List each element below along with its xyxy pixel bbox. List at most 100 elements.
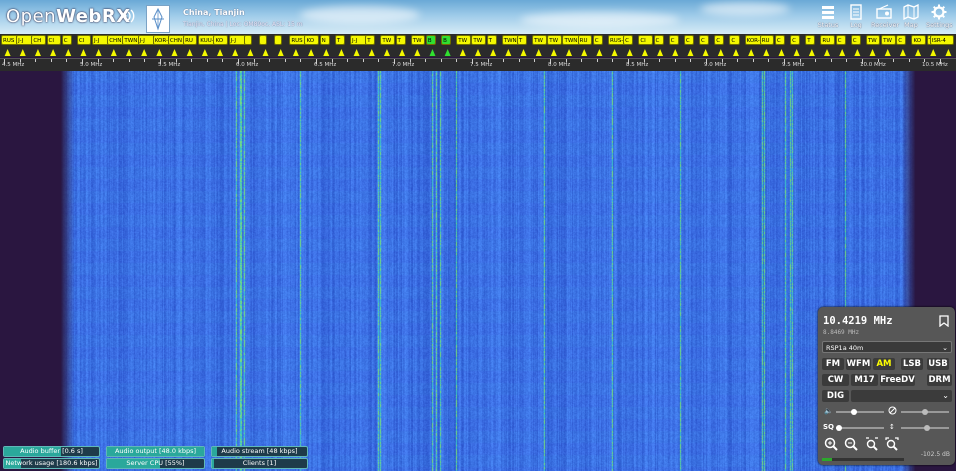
bookmark-item[interactable]: T — [805, 35, 816, 45]
bookmark-item[interactable]: TW — [547, 35, 562, 45]
mode-button-fm[interactable]: FM — [822, 358, 844, 370]
bookmark-item[interactable]: C — [61, 35, 72, 45]
squelch-icon[interactable]: SQ — [823, 423, 834, 431]
bookmark-item[interactable]: TW — [410, 35, 426, 45]
bookmark-item[interactable]: C — [668, 35, 679, 45]
mode-button-usb[interactable]: USB — [927, 358, 949, 370]
bookmark-item[interactable]: C — [774, 35, 786, 45]
bookmark-item[interactable]: ISR-4 — [929, 35, 954, 45]
receiver-avatar[interactable] — [146, 5, 170, 33]
bookmark-item[interactable]: C — [623, 35, 634, 45]
bookmark-item[interactable]: RU — [759, 35, 775, 45]
bookmark-item[interactable] — [258, 35, 267, 45]
bookmark-item[interactable]: T — [334, 35, 346, 45]
bookmark-item[interactable]: CI — [46, 35, 61, 45]
scale-tick — [113, 59, 115, 62]
bookmark-item[interactable]: RU — [183, 35, 198, 45]
noise-reduction-knob[interactable] — [922, 409, 928, 415]
mode-button-dig[interactable]: DIG — [822, 390, 849, 402]
receiver-icon — [876, 4, 892, 19]
bookmark-item[interactable]: TW — [532, 35, 547, 45]
bookmark-item[interactable]: TW — [380, 35, 395, 45]
agc-icon[interactable]: ↕ — [889, 423, 895, 431]
squelch-knob[interactable] — [836, 425, 842, 431]
status-button[interactable]: Status — [815, 4, 841, 32]
bookmark-item[interactable]: C — [699, 35, 710, 45]
bookmark-item[interactable]: T — [365, 35, 376, 45]
scale-tick — [222, 59, 224, 62]
bookmark-item[interactable]: KO — [911, 35, 926, 45]
mode-button-drm[interactable]: DRM — [927, 374, 952, 386]
zoom-to-fit-icon[interactable] — [865, 437, 879, 451]
radio-waves-icon — [123, 9, 135, 23]
speaker-icon[interactable]: 🔈 — [824, 407, 833, 415]
agc-slider[interactable] — [901, 425, 949, 431]
bookmark-item[interactable]: CI — [76, 35, 92, 45]
noise-reduction-slider[interactable] — [901, 409, 949, 415]
scale-label: 10.0 MHz — [860, 62, 886, 68]
network-usage-progress: Network usage [180.6 kbps] — [3, 458, 100, 469]
bookmark-item[interactable]: T — [395, 35, 406, 45]
zoom-reset-icon[interactable] — [885, 437, 899, 451]
bookmark-item[interactable]: T — [516, 35, 528, 45]
bookmark-item[interactable]: TW — [865, 35, 881, 45]
bookmark-item[interactable]: C — [850, 35, 861, 45]
noise-reduction-icon[interactable] — [888, 406, 897, 415]
receiver-button[interactable]: Receiver — [871, 4, 899, 32]
bookmark-item[interactable]: RU — [820, 35, 835, 45]
volume-knob[interactable] — [850, 409, 857, 415]
scale-label: 7.5 MHz — [470, 62, 493, 68]
bookmark-item[interactable]: C — [683, 35, 695, 45]
bookmark-item[interactable]: C — [790, 35, 801, 45]
bookmark-item[interactable] — [274, 35, 283, 45]
scale-tick — [456, 59, 458, 62]
frequency-display[interactable]: 10.4219 MHz — [823, 315, 893, 327]
bookmark-item[interactable]: B — [441, 35, 452, 45]
digital-mode-select[interactable]: ⌄ — [851, 390, 952, 402]
mode-button-m17[interactable]: M17 — [851, 374, 878, 386]
bookmark-item[interactable]: C — [835, 35, 846, 45]
agc-knob[interactable] — [924, 425, 931, 431]
bookmark-item[interactable]: CH — [31, 35, 46, 45]
mode-button-lsb[interactable]: LSB — [901, 358, 923, 370]
bookmark-item[interactable]: CI — [638, 35, 653, 45]
mode-button-freedv[interactable]: FreeDV — [880, 374, 915, 386]
map-button[interactable]: Map — [898, 4, 924, 32]
profile-select[interactable]: RSP1a 40m ⌄ — [822, 341, 952, 353]
bookmark-item[interactable]: TW — [471, 35, 486, 45]
mode-button-wfm[interactable]: WFM — [846, 358, 871, 370]
bookmark-item[interactable]: C — [714, 35, 725, 45]
bookmark-item[interactable] — [243, 35, 252, 45]
squelch-slider[interactable] — [836, 425, 884, 431]
bookmark-icon[interactable] — [939, 315, 949, 327]
bookmark-item[interactable]: C — [729, 35, 740, 45]
audio-output-progress: Audio output [48.0 kbps] — [106, 446, 205, 457]
bookmark-item[interactable]: N — [319, 35, 330, 45]
bookmark-item[interactable]: C — [653, 35, 664, 45]
scale-tick — [815, 59, 817, 62]
bookmark-item[interactable]: TW — [881, 35, 896, 45]
openwebrx-logo[interactable]: OpenWebRX — [6, 6, 131, 27]
scale-label: 9.5 MHz — [782, 62, 805, 68]
log-button[interactable]: Log — [843, 4, 869, 32]
settings-button[interactable]: Settings — [926, 4, 953, 32]
waterfall-display[interactable] — [0, 71, 956, 471]
scale-label: 10.5 MHz — [922, 62, 948, 68]
scale-tick — [737, 59, 739, 62]
bookmark-item[interactable]: KO — [213, 35, 228, 45]
volume-slider[interactable] — [836, 409, 884, 415]
zoom-out-icon[interactable] — [844, 437, 858, 451]
bookmark-item[interactable]: B — [425, 35, 437, 45]
bookmark-item[interactable]: RU — [577, 35, 593, 45]
mode-button-cw[interactable]: CW — [822, 374, 849, 386]
bookmark-item[interactable]: TW — [456, 35, 471, 45]
bookmark-item[interactable]: C — [896, 35, 907, 45]
bookmark-item[interactable]: T — [486, 35, 497, 45]
progress-label: Clients [1] — [242, 459, 277, 467]
bookmark-item[interactable]: C — [592, 35, 603, 45]
zoom-in-icon[interactable] — [824, 437, 838, 451]
scale-tick — [300, 59, 302, 62]
frequency-scale[interactable]: 4.5 MHz 5.0 MHz 5.5 MHz 6.0 MHz 6.5 MHz 7.0 M… — [0, 58, 956, 72]
mode-button-am[interactable]: AM — [873, 358, 895, 370]
bookmark-item[interactable]: KO — [304, 35, 319, 45]
